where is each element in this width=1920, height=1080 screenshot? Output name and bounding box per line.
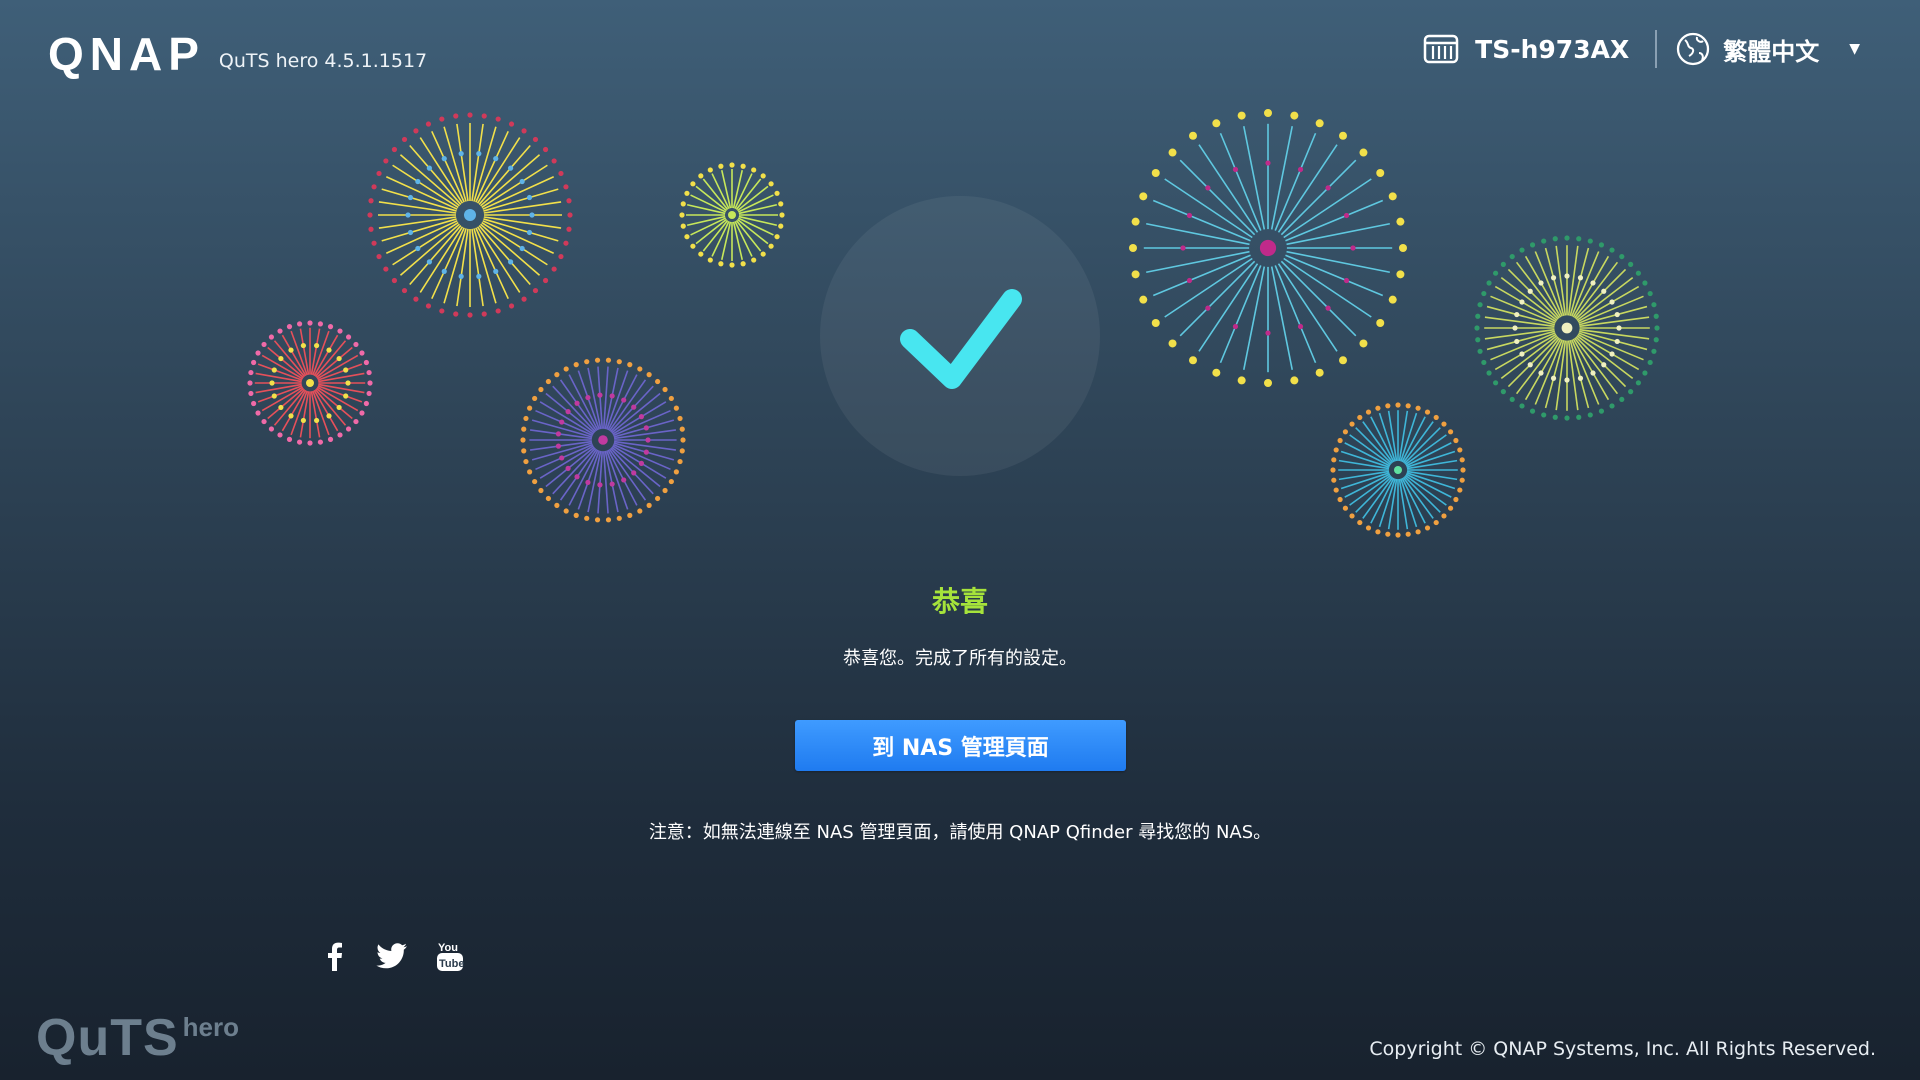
- fireworks-decoration: [247, 109, 1660, 538]
- congrats-message: 恭喜您。完成了所有的設定。: [843, 648, 1077, 669]
- youtube-icon[interactable]: You Tube: [434, 940, 466, 972]
- firework-burst: [679, 162, 785, 268]
- firework-burst: [367, 112, 573, 318]
- social-links: You Tube: [318, 940, 466, 972]
- quts-hero-logo: QuTS hero: [36, 1010, 239, 1066]
- facebook-icon[interactable]: [318, 940, 350, 972]
- firework-burst: [520, 357, 686, 523]
- svg-text:You: You: [438, 942, 458, 954]
- twitter-icon[interactable]: [376, 940, 408, 972]
- hero-logo-text: hero: [182, 1012, 240, 1042]
- copyright-text: Copyright © QNAP Systems, Inc. All Right…: [1369, 1038, 1876, 1060]
- firework-burst: [1330, 402, 1466, 538]
- success-check-circle: [820, 196, 1100, 476]
- firework-burst: [247, 320, 373, 446]
- go-to-nas-button[interactable]: 到 NAS 管理頁面: [795, 720, 1126, 771]
- firework-burst: [1129, 109, 1407, 387]
- qfinder-note: 注意：如無法連線至 NAS 管理頁面，請使用 QNAP Qfinder 尋找您的…: [648, 822, 1272, 843]
- svg-text:Tube: Tube: [439, 958, 464, 970]
- congrats-title: 恭喜: [931, 585, 988, 618]
- checkmark-icon: [900, 289, 1022, 389]
- firework-burst: [1474, 235, 1660, 421]
- quts-logo-text: QuTS: [36, 1009, 179, 1067]
